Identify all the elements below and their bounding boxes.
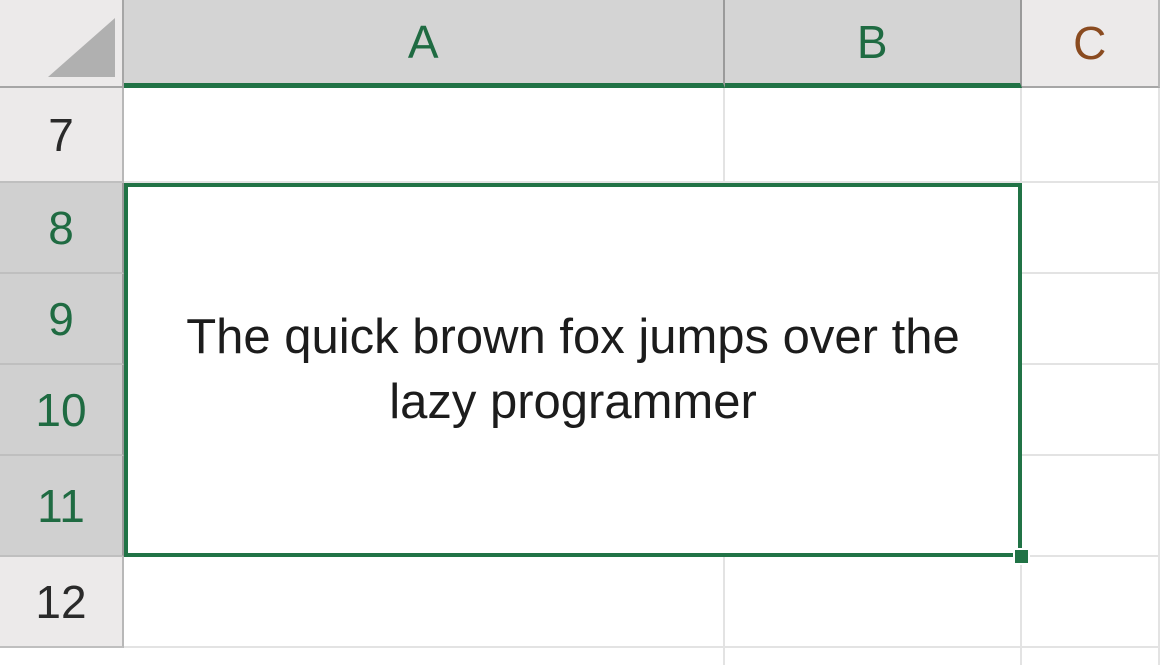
column-header-label: A (407, 15, 440, 68)
row-header-11[interactable]: 11 (0, 456, 124, 557)
fill-handle[interactable] (1013, 548, 1030, 565)
row-header-label: 11 (37, 479, 85, 532)
row-header-label: 9 (48, 292, 74, 345)
row-header-label: 7 (48, 108, 74, 161)
column-header-c[interactable]: C (1022, 0, 1160, 88)
row-header-9[interactable]: 9 (0, 274, 124, 365)
grid-body: The quick brown fox jumps over the lazy … (124, 88, 1160, 665)
row-header-8[interactable]: 8 (0, 183, 124, 274)
column-header-b[interactable]: B (725, 0, 1022, 88)
row-header-label: 12 (35, 575, 87, 628)
gridline-horizontal (124, 646, 1160, 648)
select-all-corner[interactable] (0, 0, 124, 88)
row-header-label: 10 (35, 383, 87, 436)
select-all-triangle-icon (48, 18, 115, 77)
column-header-label: C (1073, 17, 1107, 69)
merged-cell-text: The quick brown fox jumps over the lazy … (186, 309, 960, 429)
row-header-10[interactable]: 10 (0, 365, 124, 456)
row-header-label: 8 (48, 201, 74, 254)
row-header-7[interactable]: 7 (0, 88, 124, 183)
merged-cell-a8-b11[interactable]: The quick brown fox jumps over the lazy … (124, 183, 1022, 557)
column-header-a[interactable]: A (124, 0, 725, 88)
column-header-strip: A B C (124, 0, 1160, 88)
row-header-12[interactable]: 12 (0, 557, 124, 648)
column-header-label: B (856, 15, 889, 68)
spreadsheet-grid: A B C The quick brown fox jumps over the l… (0, 0, 1160, 665)
